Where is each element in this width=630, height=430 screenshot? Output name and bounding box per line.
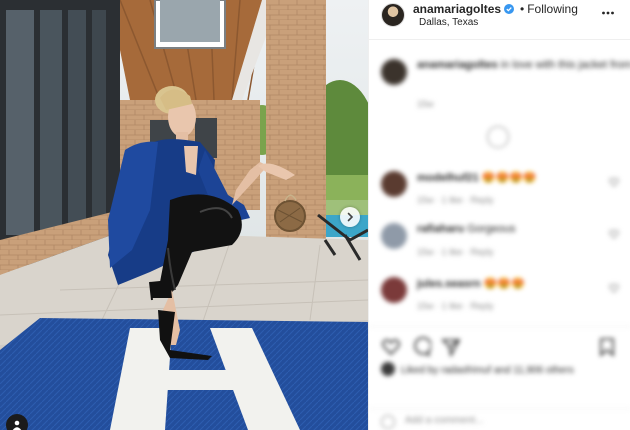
comment-row: rafiaharu Gorgeous 15w · 1 like · Reply	[381, 223, 621, 263]
liker-avatar	[381, 362, 395, 376]
instagram-post: anamariagoltes • Following Dallas, Texas …	[0, 0, 630, 430]
comment-username[interactable]: modelhuf21	[417, 172, 479, 184]
comment-body: 😍😍😍	[483, 278, 525, 290]
follow-status[interactable]: • Following	[517, 2, 578, 16]
comment-row: jules.seasrn 😍😍😍 15w · 1 like · Reply	[381, 277, 621, 317]
next-image-button[interactable]	[340, 207, 360, 227]
heart-icon[interactable]	[609, 283, 619, 293]
comment-username[interactable]: rafiaharu	[417, 223, 464, 235]
bookmark-icon[interactable]	[597, 337, 617, 357]
author-username-row: anamariagoltes	[413, 2, 515, 16]
comment-text: modelhuf21 😍😍😍😍	[417, 171, 537, 184]
commenter-avatar[interactable]	[381, 277, 407, 303]
following-button[interactable]: Following	[527, 2, 578, 16]
comment-body: in love with this jacket from @sayperson…	[500, 59, 630, 71]
post-actions	[369, 326, 630, 366]
comment-body: 😍😍😍😍	[481, 172, 537, 184]
post-header: anamariagoltes • Following Dallas, Texas	[369, 0, 630, 40]
heart-icon[interactable]	[609, 177, 619, 187]
heart-icon[interactable]	[609, 229, 619, 239]
post-photo	[0, 0, 368, 430]
more-options-icon[interactable]	[601, 6, 615, 20]
header-separator: •	[520, 2, 525, 16]
comment-meta: 15w	[417, 99, 434, 109]
comment-text: anamariagoltes in love with this jacket …	[417, 59, 630, 71]
commenter-avatar[interactable]	[381, 223, 407, 249]
emoji-icon[interactable]	[381, 415, 395, 429]
comment-username[interactable]: jules.seasrn	[417, 278, 481, 290]
load-more-comments-icon[interactable]	[487, 126, 509, 148]
user-tag-button[interactable]	[6, 414, 28, 430]
comment-username[interactable]: anamariagoltes	[417, 59, 498, 71]
user-tag-icon	[12, 420, 22, 430]
author-username[interactable]: anamariagoltes	[413, 2, 501, 16]
add-comment-input[interactable]: Add a comment...	[405, 415, 483, 426]
comment-text: rafiaharu Gorgeous	[417, 223, 515, 235]
comment-icon[interactable]	[411, 337, 431, 357]
chevron-right-icon	[347, 212, 354, 222]
author-avatar[interactable]	[381, 3, 405, 27]
caption-row: anamariagoltes in love with this jacket …	[381, 59, 630, 109]
comment-meta: 15w · 1 like · Reply	[417, 301, 494, 311]
commenter-avatar[interactable]	[381, 59, 407, 85]
likes-summary[interactable]: Liked by radasfrimuf and 11,906 others	[381, 362, 574, 376]
comment-body: Gorgeous	[467, 223, 516, 235]
comment-list: anamariagoltes in love with this jacket …	[369, 41, 630, 326]
heart-icon[interactable]	[381, 337, 401, 357]
comment-meta: 15w · 1 like · Reply	[417, 195, 494, 205]
post-sidebar: anamariagoltes • Following Dallas, Texas …	[368, 0, 630, 430]
post-location[interactable]: Dallas, Texas	[419, 17, 478, 28]
comment-row: modelhuf21 😍😍😍😍 15w · 1 like · Reply	[381, 171, 621, 211]
add-comment-bar: Add a comment...	[369, 408, 630, 430]
verified-badge-icon	[504, 4, 515, 14]
commenter-avatar[interactable]	[381, 171, 407, 197]
post-image[interactable]	[0, 0, 368, 430]
likes-text: Liked by radasfrimuf and 11,906 others	[401, 365, 574, 376]
comment-meta: 15w · 1 like · Reply	[417, 247, 494, 257]
paper-plane-icon[interactable]	[441, 337, 461, 357]
comment-text: jules.seasrn 😍😍😍	[417, 277, 525, 290]
